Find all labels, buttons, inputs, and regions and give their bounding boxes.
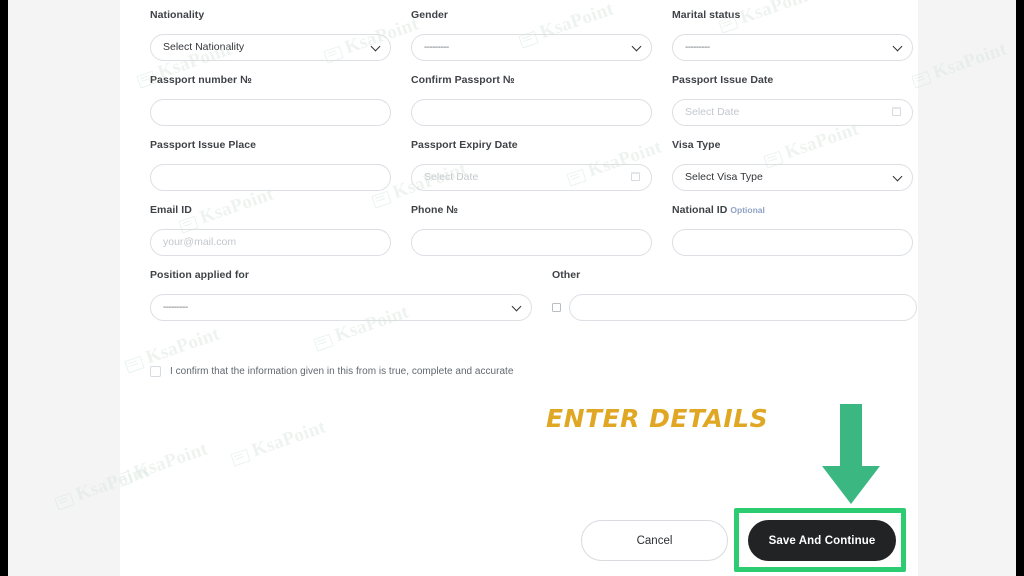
nationality-value: Select Nationality — [163, 40, 245, 53]
document-stack-icon — [230, 447, 250, 465]
form-row: Passport Issue Place Passport Expiry Dat… — [150, 140, 913, 191]
save-and-continue-button[interactable]: Save And Continue — [748, 520, 896, 561]
document-stack-icon — [54, 491, 74, 509]
field-group-phone-number: Phone № — [411, 205, 652, 256]
confirm-checkbox[interactable] — [150, 365, 161, 377]
field-group-passport-number: Passport number № — [150, 74, 391, 126]
passport-issue-place-input[interactable] — [150, 163, 391, 191]
label-position-applied-for: Position applied for — [150, 269, 250, 282]
phone-number-input[interactable] — [411, 228, 652, 256]
visa-type-value: Select Visa Type — [685, 170, 763, 183]
position-applied-for-select[interactable]: --------- — [150, 293, 532, 321]
field-group-passport-expiry-date: Passport Expiry Date Select Date — [411, 140, 652, 191]
label-gender: Gender — [411, 9, 449, 21]
watermark: KsaPoint — [228, 417, 328, 470]
application-form: Nationality Select Nationality Gender --… — [150, 9, 917, 377]
label-passport-issue-date: Passport Issue Date — [672, 74, 774, 87]
form-row: Nationality Select Nationality Gender --… — [150, 9, 913, 61]
field-group-position-applied-for: Position applied for --------- — [150, 270, 532, 321]
label-national-id: National ID Optional — [672, 204, 913, 217]
form-row: Passport number № Confirm Passport № Pas… — [150, 74, 913, 126]
document-stack-icon — [124, 354, 144, 372]
label-passport-expiry-date: Passport Expiry Date — [411, 139, 518, 152]
form-footer: Cancel Save And Continue — [120, 520, 918, 561]
label-marital-status: Marital status — [672, 9, 741, 21]
marital-status-value: --------- — [685, 41, 710, 53]
watermark-text: KsaPoint — [249, 416, 329, 462]
calendar-icon[interactable] — [631, 172, 640, 182]
field-group-confirm-passport: Confirm Passport № — [411, 74, 652, 126]
passport-expiry-date-placeholder: Select Date — [424, 170, 479, 183]
watermark-text: KsaPoint — [930, 38, 1010, 84]
field-group-gender: Gender --------- — [411, 9, 652, 61]
field-group-other: Other — [552, 270, 917, 321]
label-confirm-passport: Confirm Passport № — [411, 74, 515, 87]
gender-select[interactable]: --------- — [411, 33, 652, 61]
document-stack-icon — [120, 469, 132, 487]
marital-status-select[interactable]: --------- — [672, 33, 913, 61]
form-row-position: Position applied for --------- Other — [150, 270, 917, 321]
field-group-visa-type: Visa Type Select Visa Type — [672, 140, 913, 191]
form-card: Nationality Select Nationality Gender --… — [120, 0, 918, 576]
national-id-optional-badge: Optional — [730, 205, 765, 216]
label-passport-number: Passport number № — [150, 74, 252, 87]
watermark-text: KsaPoint — [131, 438, 211, 484]
email-id-input[interactable]: your@mail.com — [150, 228, 391, 256]
form-row: Email ID your@mail.com Phone № National … — [150, 204, 913, 256]
confirmation-row: I confirm that the information given in … — [150, 365, 898, 377]
passport-issue-date-input[interactable]: Select Date — [672, 98, 913, 126]
position-applied-for-value: --------- — [163, 301, 188, 313]
label-national-id-text: National ID — [672, 204, 728, 217]
passport-issue-date-placeholder: Select Date — [685, 105, 740, 118]
chevron-down-icon — [511, 301, 522, 312]
visa-type-select[interactable]: Select Visa Type — [672, 163, 913, 191]
gender-value: --------- — [424, 41, 449, 53]
passport-number-input[interactable] — [150, 98, 391, 126]
confirm-label: I confirm that the information given in … — [170, 365, 514, 377]
field-group-marital-status: Marital status --------- — [672, 9, 913, 61]
watermark: KsaPoint — [909, 39, 1009, 92]
passport-expiry-date-input[interactable]: Select Date — [411, 163, 652, 191]
label-visa-type: Visa Type — [672, 139, 721, 152]
other-checkbox[interactable] — [552, 302, 561, 312]
chevron-down-icon — [892, 171, 903, 182]
other-field-wrapper — [552, 293, 917, 321]
field-group-nationality: Nationality Select Nationality — [150, 9, 391, 61]
chevron-down-icon — [370, 41, 381, 52]
page-background: Nationality Select Nationality Gender --… — [8, 0, 1016, 576]
screenshot-root: Nationality Select Nationality Gender --… — [0, 0, 1024, 576]
chevron-down-icon — [892, 41, 903, 52]
label-other: Other — [552, 269, 581, 282]
label-phone-number: Phone № — [411, 204, 459, 217]
field-group-national-id: National ID Optional — [672, 204, 913, 256]
label-passport-issue-place: Passport Issue Place — [150, 139, 257, 152]
chevron-down-icon — [631, 41, 642, 52]
nationality-select[interactable]: Select Nationality — [150, 33, 391, 61]
watermark: KsaPoint — [120, 439, 211, 492]
field-group-email-id: Email ID your@mail.com — [150, 205, 391, 256]
email-id-placeholder: your@mail.com — [163, 235, 237, 248]
label-email-id: Email ID — [150, 204, 192, 217]
cancel-button[interactable]: Cancel — [581, 520, 728, 561]
confirm-passport-input[interactable] — [411, 98, 652, 126]
field-group-passport-issue-place: Passport Issue Place — [150, 140, 391, 191]
other-input[interactable] — [569, 293, 917, 321]
national-id-input[interactable] — [672, 228, 913, 256]
label-nationality: Nationality — [150, 9, 205, 21]
field-group-passport-issue-date: Passport Issue Date Select Date — [672, 74, 913, 126]
calendar-icon[interactable] — [892, 107, 901, 117]
